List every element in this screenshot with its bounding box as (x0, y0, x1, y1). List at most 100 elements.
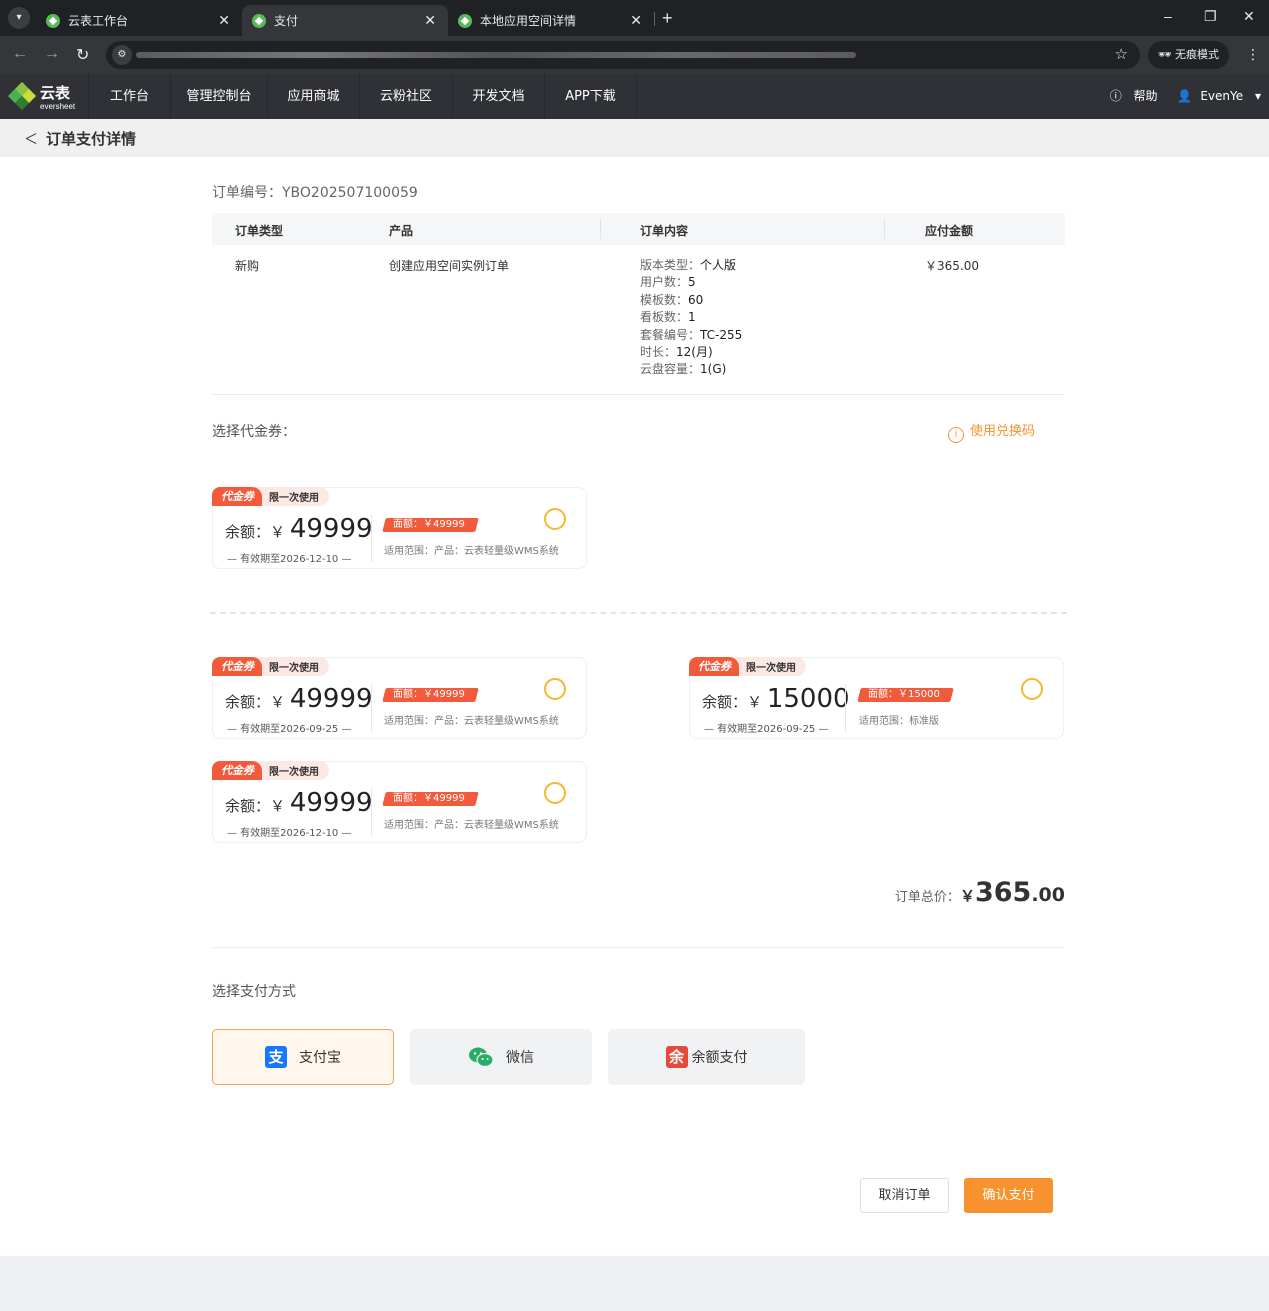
content-line: 套餐编号：TC-255 (640, 327, 743, 342)
col-product: 产品 (389, 224, 414, 238)
voucher-divider (845, 684, 846, 732)
forward-arrow-icon[interactable]: → (44, 45, 60, 63)
content-line: 看板数：1 (640, 310, 696, 325)
voucher-expiry: — 有效期至2026-12-10 — (227, 554, 352, 565)
voucher-face-value: 面额：￥49999 (382, 792, 479, 806)
logo-diamond-icon (7, 81, 37, 111)
page-title-bar: ＜ 订单支付详情 (0, 119, 1269, 157)
voucher-card[interactable]: 代金券 限一次使用 余额：￥ 15000 — 有效期至2026-09-25 — 面… (689, 657, 1064, 739)
browser-tab[interactable]: 云表工作台 ✕ (36, 5, 242, 36)
voucher-face-value: 面额：￥49999 (382, 688, 479, 702)
nav-dev-docs[interactable]: 开发文档 (452, 74, 544, 119)
browser-menu-icon[interactable]: ⋮ (1246, 46, 1260, 63)
tab-search-chevron-icon[interactable]: ▾ (8, 7, 30, 29)
browser-tab-active[interactable]: 支付 ✕ (242, 5, 448, 36)
voucher-tag: 代金券 限一次使用 (689, 657, 806, 676)
blurred-url (136, 52, 856, 58)
incognito-icon: 🕶 (1158, 49, 1172, 61)
main-nav: 工作台 管理控制台 应用商城 云粉社区 开发文档 APP下载 (88, 74, 637, 119)
cell-order-type: 新购 (235, 259, 260, 273)
pay-method-alipay[interactable]: 支 支付宝 (212, 1029, 394, 1085)
new-tab-icon[interactable]: + (662, 8, 673, 29)
col-order-type: 订单类型 (235, 224, 284, 238)
pay-method-balance[interactable]: 余 余额支付 (608, 1029, 805, 1085)
nav-console[interactable]: 管理控制台 (170, 74, 267, 119)
tab-separator (654, 12, 655, 26)
voucher-balance: 余额：￥ 49999 (225, 684, 373, 714)
voucher-radio[interactable] (544, 678, 566, 700)
restore-icon[interactable]: ❐ (1204, 8, 1217, 25)
col-order-content: 订单内容 (640, 224, 689, 238)
voucher-radio[interactable] (544, 782, 566, 804)
content-line: 模板数：60 (640, 292, 704, 307)
content-line: 云盘容量：1(G) (640, 362, 727, 377)
nav-app-store[interactable]: 应用商城 (267, 74, 359, 119)
browser-tab[interactable]: 本地应用空间详情 ✕ (448, 5, 654, 36)
eversheet-favicon-icon (458, 13, 472, 28)
user-menu[interactable]: 👤 EvenYe ▾ (1169, 89, 1261, 103)
nav-app-download[interactable]: APP下载 (544, 74, 637, 119)
window-close-icon[interactable]: ✕ (1243, 8, 1255, 25)
incognito-badge[interactable]: 🕶 无痕模式 (1148, 41, 1230, 69)
eversheet-favicon-icon (252, 13, 266, 28)
help-circle-icon: ⓘ (1109, 89, 1122, 103)
minimize-icon[interactable]: – (1164, 8, 1172, 24)
voucher-expiry: — 有效期至2026-12-10 — (227, 828, 352, 839)
close-tab-icon[interactable]: ✕ (630, 13, 642, 29)
browser-tab-bar: ▾ 云表工作台 ✕ 支付 ✕ 本地应用空间详情 ✕ + – ❐ ✕ (0, 0, 1269, 36)
order-total: 订单总价：￥365.00 (894, 877, 1065, 908)
reload-icon[interactable]: ↻ (76, 45, 89, 65)
eversheet-logo[interactable]: 云表 eversheet (7, 80, 88, 114)
voucher-balance: 余额：￥ 49999 (225, 514, 373, 544)
voucher-scope: 适用范围：产品：云表轻量级WMS系统 (384, 820, 559, 831)
close-tab-icon[interactable]: ✕ (218, 13, 230, 29)
back-chevron-icon[interactable]: ＜ (24, 129, 38, 149)
pay-method-wechat[interactable]: 微信 (410, 1029, 592, 1085)
content-line: 用户数：5 (640, 275, 696, 290)
order-number: 订单编号：YBO202507100059 (212, 185, 418, 201)
nav-workbench[interactable]: 工作台 (88, 74, 170, 119)
address-bar[interactable]: ⚙ ☆ (106, 41, 1140, 69)
voucher-radio[interactable] (1021, 678, 1043, 700)
voucher-scope: 适用范围：标准版 (859, 716, 939, 727)
voucher-tag: 代金券 限一次使用 (212, 657, 329, 676)
help-link[interactable]: ⓘ 帮助 (1102, 89, 1158, 103)
redeem-code-link[interactable]: i 使用兑换码 (948, 420, 1035, 443)
column-divider (600, 219, 601, 239)
voucher-divider (371, 684, 372, 732)
voucher-face-value: 面额：￥15000 (857, 688, 954, 702)
voucher-scope: 适用范围：产品：云表轻量级WMS系统 (384, 716, 559, 727)
voucher-card[interactable]: 代金券 限一次使用 余额：￥ 49999 — 有效期至2026-12-10 — 面… (212, 761, 587, 843)
voucher-radio[interactable] (544, 508, 566, 530)
close-tab-icon[interactable]: ✕ (424, 13, 436, 29)
page-title: 订单支付详情 (46, 130, 137, 148)
back-arrow-icon[interactable]: ← (12, 45, 28, 63)
voucher-divider (371, 788, 372, 836)
voucher-balance: 余额：￥ 15000 (702, 684, 850, 714)
col-amount: 应付金额 (925, 224, 974, 238)
voucher-tag: 代金券 限一次使用 (212, 761, 329, 780)
cell-product: 创建应用空间实例订单 (389, 259, 510, 273)
voucher-scope: 适用范围：产品：云表轻量级WMS系统 (384, 546, 559, 557)
bookmark-star-icon[interactable]: ☆ (1115, 45, 1128, 63)
order-table: 订单类型 产品 订单内容 应付金额 新购 创建应用空间实例订单 版本类型：个人版… (212, 213, 1065, 395)
voucher-card[interactable]: 代金券 限一次使用 余额：￥ 49999 — 有效期至2026-09-25 — 面… (212, 657, 587, 739)
site-info-icon[interactable]: ⚙ (112, 45, 132, 65)
main-content: 订单编号：YBO202507100059 订单类型 产品 订单内容 应付金额 新… (0, 157, 1269, 1256)
table-header: 订单类型 产品 订单内容 应付金额 (212, 213, 1065, 245)
nav-community[interactable]: 云粉社区 (359, 74, 452, 119)
dashed-divider (210, 612, 1067, 614)
cancel-order-button[interactable]: 取消订单 (860, 1178, 949, 1213)
section-divider (212, 947, 1065, 948)
voucher-divider (371, 514, 372, 562)
alipay-icon: 支 (265, 1046, 287, 1068)
confirm-payment-button[interactable]: 确认支付 (964, 1178, 1053, 1213)
eversheet-favicon-icon (46, 13, 60, 28)
wechat-icon (468, 1046, 494, 1068)
cell-order-content: 版本类型：个人版 用户数：5 模板数：60 看板数：1 套餐编号：TC-255 … (640, 257, 742, 379)
user-icon: 👤 (1177, 89, 1193, 103)
voucher-expiry: — 有效期至2026-09-25 — (704, 724, 829, 735)
voucher-card[interactable]: 代金券 限一次使用 余额：￥ 49999 — 有效期至2026-12-10 — 面… (212, 487, 587, 569)
app-header: 云表 eversheet 工作台 管理控制台 应用商城 云粉社区 开发文档 AP… (0, 74, 1269, 119)
info-icon: i (948, 427, 964, 443)
